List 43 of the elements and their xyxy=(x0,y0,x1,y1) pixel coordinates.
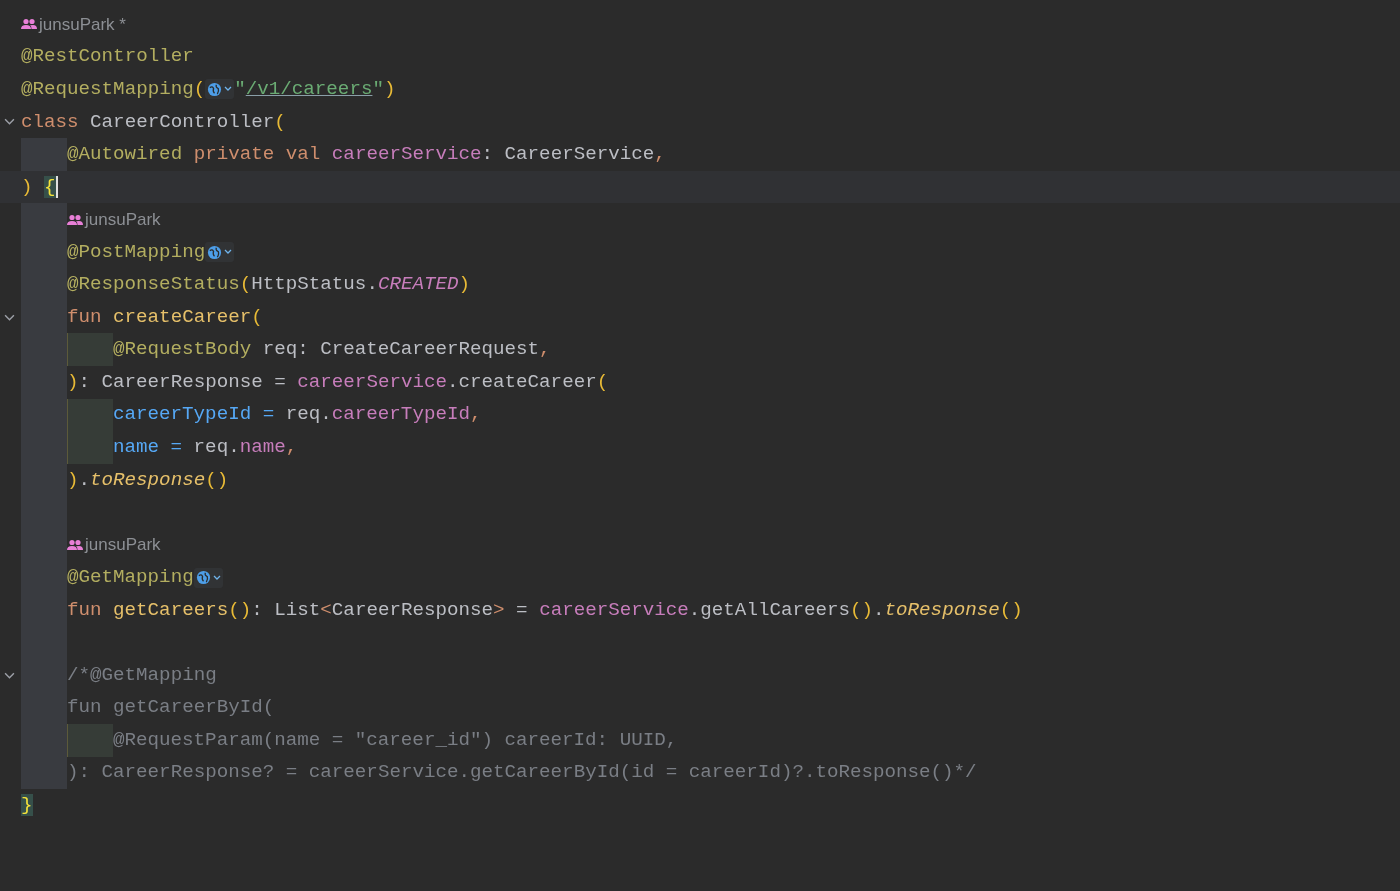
indent-guide xyxy=(67,333,113,366)
code-text: fun createCareer( xyxy=(67,304,263,330)
indent-guide xyxy=(67,398,113,432)
endpoint-inlay-button[interactable] xyxy=(205,242,235,263)
code-text: @RequestMapping( xyxy=(21,76,206,102)
indent-guide xyxy=(67,431,113,464)
fold-chevron-down-icon[interactable] xyxy=(3,116,15,128)
chevron-down-icon xyxy=(224,249,233,256)
code-text: @RequestBody req: CreateCareerRequest, xyxy=(113,337,551,363)
people-icon xyxy=(67,539,83,551)
author-hint[interactable]: junsuPark xyxy=(67,532,161,558)
globe-icon xyxy=(207,244,223,260)
author-hint[interactable]: junsuPark xyxy=(67,206,161,233)
endpoint-inlay-button[interactable] xyxy=(205,79,235,100)
chevron-down-icon xyxy=(212,574,221,581)
indent-guide xyxy=(67,724,113,757)
code-text: @GetMapping xyxy=(67,565,194,591)
text-cursor xyxy=(55,176,58,198)
indent-guide xyxy=(21,756,67,790)
code-text: @PostMapping xyxy=(67,239,206,265)
code-text: @ResponseStatus(HttpStatus.CREATED) xyxy=(67,272,471,298)
globe-icon xyxy=(195,570,211,586)
globe-icon xyxy=(207,81,223,97)
code-text: ): CareerResponse? = careerService.getCareerById(id = careerId)?.toResponse()*/ xyxy=(67,760,977,786)
code-text: ).toResponse() xyxy=(67,467,229,493)
code-text: careerTypeId = req.careerTypeId, xyxy=(113,402,482,428)
chevron-down-icon xyxy=(224,86,233,93)
code-text: /*@GetMapping xyxy=(67,662,217,688)
endpoint-inlay-button[interactable] xyxy=(193,567,223,588)
code-text: @Autowired private val careerService: CareerService, xyxy=(67,142,666,168)
people-icon xyxy=(21,18,37,31)
code-text: @RequestParam(name = "career_id") careerId: UUID, xyxy=(113,727,678,753)
code-text: class CareerController( xyxy=(21,109,286,135)
code-text: name = req.name, xyxy=(113,435,298,460)
people-icon xyxy=(67,213,83,226)
code-text: @RestController xyxy=(21,44,194,70)
code-text: } xyxy=(21,793,33,818)
code-text: fun getCareers(): List<CareerResponse> = careerService.getAllCareers().toResponse() xyxy=(67,597,1023,623)
code-text: ): CareerResponse = careerService.createCareer( xyxy=(67,369,609,395)
code-text: "/v1/careers") xyxy=(234,76,396,102)
code-text: ) { xyxy=(21,174,56,200)
code-text: fun getCareerById( xyxy=(67,695,275,721)
author-hint[interactable]: junsuPark * xyxy=(21,11,126,37)
